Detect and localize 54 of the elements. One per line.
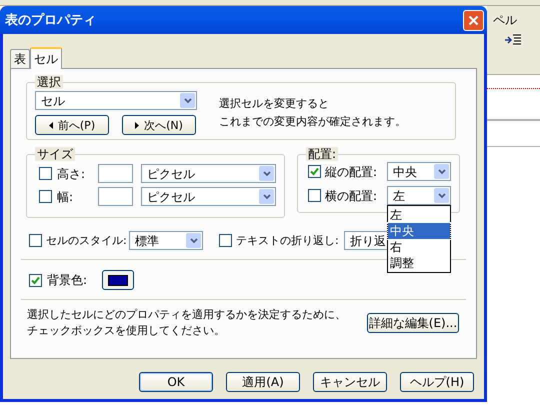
field-label: 高さ: — [56, 168, 86, 180]
dropdown[interactable]: ピクセル — [141, 187, 276, 206]
chevron-down-icon — [186, 233, 201, 248]
checkbox[interactable] — [29, 234, 42, 247]
dialog-button[interactable]: ヘルプ(H) — [400, 372, 474, 392]
field-label: セルのスタイル: — [45, 235, 128, 246]
checkbox[interactable] — [39, 190, 52, 203]
list-option[interactable]: 右 — [388, 239, 450, 255]
checkbox[interactable] — [219, 234, 232, 247]
checkbox[interactable] — [29, 274, 42, 286]
advanced-edit-button[interactable]: 詳細な編集(E)... — [367, 313, 459, 333]
field-label: テキストの折り返し: — [235, 235, 340, 246]
window-title: 表のプロパティ — [5, 14, 97, 26]
left-arrow-icon — [48, 122, 53, 128]
dropdown[interactable]: ピクセル — [141, 164, 276, 183]
group-label: 配置: — [306, 147, 338, 161]
group-label: 選択 — [35, 75, 63, 89]
checkbox[interactable] — [39, 167, 52, 180]
field-label: 背景色: — [46, 274, 88, 286]
chevron-down-icon — [259, 166, 274, 181]
chevron-down-icon — [434, 188, 449, 203]
list-option[interactable]: 調整 — [388, 255, 450, 271]
chevron-down-icon — [180, 93, 195, 108]
checkbox[interactable] — [308, 189, 321, 202]
dialog-button[interactable]: OK — [139, 372, 213, 392]
indent-icon[interactable] — [505, 34, 521, 46]
input-field[interactable] — [98, 164, 133, 183]
chevron-down-icon — [434, 164, 449, 179]
note-text: 選択セルを変更すると — [219, 97, 330, 111]
close-icon — [468, 14, 479, 26]
dialog-button[interactable]: キャンセル — [313, 372, 387, 392]
tab[interactable]: セル — [30, 47, 62, 69]
next-button[interactable]: 次へ(N) — [122, 115, 196, 135]
close-button[interactable] — [463, 10, 484, 30]
field-label: 縦の配置: — [324, 166, 378, 178]
input-field[interactable] — [98, 187, 133, 206]
checkbox[interactable] — [308, 165, 321, 178]
list-option[interactable]: 左 — [388, 207, 450, 223]
dropdown[interactable]: 標準 — [129, 231, 203, 250]
note-text: これまでの変更内容が確定されます。 — [219, 115, 406, 129]
previous-button[interactable]: 前へ(P) — [35, 115, 109, 135]
list-option[interactable]: 中央 — [388, 223, 450, 239]
chevron-down-icon — [259, 189, 274, 204]
group-label: サイズ — [35, 147, 75, 161]
toolbar-label: ペル — [493, 14, 518, 26]
color-picker-button[interactable] — [102, 270, 134, 290]
field-label: 幅: — [56, 190, 74, 202]
dropdown[interactable]: 中央 — [387, 162, 451, 181]
right-arrow-icon — [135, 122, 140, 128]
tab[interactable]: 表 — [10, 49, 30, 68]
dropdown[interactable]: セル — [35, 91, 197, 110]
dialog-button[interactable]: 適用(A) — [226, 372, 300, 392]
field-label: 横の配置: — [324, 190, 378, 202]
help-text: 選択したセルにどのプロパティを適用するかを決定するために、チェックボックスを使用してください。 — [27, 307, 347, 339]
